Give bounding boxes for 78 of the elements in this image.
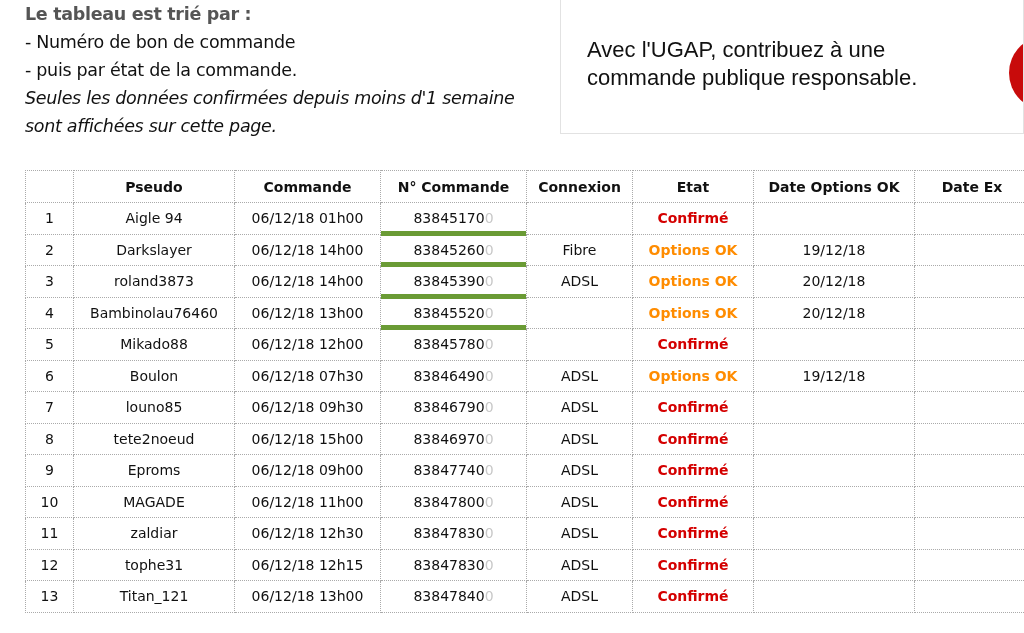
- date-cell: 06/12/18 09h30: [251, 399, 364, 416]
- date-cell: 06/12/18 12h30: [251, 525, 364, 542]
- row-number: 2: [45, 241, 54, 258]
- pseudo-cell: roland3873: [114, 273, 194, 290]
- banner-text: Avec l'UGAP, contribuez à une commande publique responsable.: [587, 35, 919, 92]
- row-number: 5: [45, 336, 54, 353]
- status-label: Confirmé: [657, 493, 729, 510]
- intro-heading: Le tableau est trié par :: [25, 3, 253, 26]
- date-cell: 06/12/18 14h00: [251, 273, 364, 290]
- date-cell: 06/12/18 12h00: [251, 336, 364, 353]
- pseudo-cell: Titan_121: [119, 588, 189, 605]
- column-header: Connexion: [526, 170, 633, 203]
- row-number: 9: [45, 462, 54, 479]
- date-cell: 06/12/18 15h00: [251, 430, 364, 447]
- date-cell: 06/12/18 13h00: [251, 304, 364, 321]
- options-date-cell: 19/12/18: [802, 241, 866, 258]
- status-label: Confirmé: [657, 556, 729, 573]
- pseudo-cell: Aigle 94: [125, 210, 183, 227]
- connexion-cell: ADSL: [560, 525, 598, 542]
- pseudo-cell: tophe31: [124, 556, 184, 573]
- pseudo-cell: Boulon: [129, 367, 179, 384]
- connexion-cell: Fibre: [562, 241, 597, 258]
- intro-line: - Numéro de bon de commande: [25, 31, 297, 54]
- row-number: 13: [40, 588, 59, 605]
- status-label: Options OK: [648, 304, 738, 321]
- column-header: Date Options OK: [753, 170, 915, 203]
- row-number: 12: [40, 556, 59, 573]
- date-cell: 06/12/18 07h30: [251, 367, 364, 384]
- column-header: Commande: [234, 170, 381, 203]
- connexion-cell: ADSL: [560, 588, 598, 605]
- options-date-cell: 20/12/18: [802, 273, 866, 290]
- connexion-cell: ADSL: [560, 367, 598, 384]
- status-label: Confirmé: [657, 430, 729, 447]
- date-cell: 06/12/18 11h00: [251, 493, 364, 510]
- pseudo-cell: louno85: [125, 399, 183, 416]
- connexion-cell: ADSL: [560, 430, 598, 447]
- row-number: 10: [40, 493, 59, 510]
- date-cell: 06/12/18 09h00: [251, 462, 364, 479]
- pseudo-cell: MAGADE: [123, 493, 185, 510]
- row-number: 7: [45, 399, 54, 416]
- pseudo-cell: tete2noeud: [113, 430, 195, 447]
- options-date-cell: 19/12/18: [802, 367, 866, 384]
- options-date-cell: 20/12/18: [802, 304, 866, 321]
- date-cell: 06/12/18 13h00: [251, 588, 364, 605]
- intro-note: Seules les données confirmées depuis moins d'1 semaine sont affichées sur cette page.: [25, 87, 516, 138]
- column-header: Pseudo: [73, 170, 235, 203]
- column-header: Date Ex: [914, 170, 1024, 203]
- status-label: Options OK: [648, 273, 738, 290]
- row-number: 3: [45, 273, 54, 290]
- pseudo-cell: Eproms: [127, 462, 181, 479]
- row-number: 11: [40, 525, 59, 542]
- pseudo-cell: Darkslayer: [116, 241, 192, 258]
- row-number: 6: [45, 367, 54, 384]
- column-header: N° Commande: [380, 170, 527, 203]
- pseudo-cell: Mikado88: [120, 336, 188, 353]
- row-number: 4: [45, 304, 54, 321]
- row-number: 1: [45, 210, 54, 227]
- date-cell: 06/12/18 12h15: [251, 556, 364, 573]
- pseudo-cell: zaldiar: [130, 525, 178, 542]
- pseudo-cell: Bambinolau76460: [90, 304, 218, 321]
- intro-line: - puis par état de la commande.: [25, 59, 298, 82]
- connexion-cell: ADSL: [560, 556, 598, 573]
- status-label: Confirmé: [657, 525, 729, 542]
- connexion-cell: ADSL: [560, 462, 598, 479]
- row-number: 8: [45, 430, 54, 447]
- status-label: Confirmé: [657, 210, 729, 227]
- status-label: Confirmé: [657, 336, 729, 353]
- date-cell: 06/12/18 14h00: [251, 241, 364, 258]
- status-label: Options OK: [648, 241, 738, 258]
- status-label: Confirmé: [657, 588, 729, 605]
- status-label: Options OK: [648, 367, 738, 384]
- connexion-cell: ADSL: [560, 399, 598, 416]
- date-cell: 06/12/18 01h00: [251, 210, 364, 227]
- status-label: Confirmé: [657, 399, 729, 416]
- column-header: Etat: [632, 170, 754, 203]
- connexion-cell: ADSL: [560, 273, 598, 290]
- connexion-cell: ADSL: [560, 493, 598, 510]
- status-label: Confirmé: [657, 462, 729, 479]
